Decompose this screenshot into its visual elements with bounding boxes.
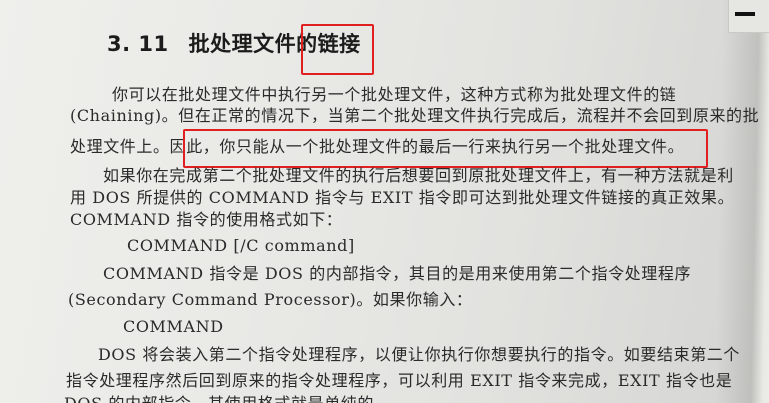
text-line-12: 指令处理程序然后回到原来的指令处理程序，可以利用 EXIT 指令来完成，EXIT… bbox=[66, 371, 733, 390]
text-line-8: COMMAND 指令是 DOS 的内部指令，其目的是用来使用第二个指令处理程序 bbox=[103, 264, 692, 283]
text-line-13: DOS 的内部指令，其使用格式就是单纯的 bbox=[64, 394, 374, 403]
text-line-6: COMMAND 指令的使用格式如下： bbox=[70, 210, 343, 229]
text-line-5: 用 DOS 所提供的 COMMAND 指令与 EXIT 指令即可达到批处理文件链… bbox=[70, 188, 735, 207]
section-title: 批处理文件的 bbox=[188, 32, 318, 56]
section-number: 3. 11 bbox=[107, 32, 169, 56]
page-corner bbox=[728, 0, 769, 33]
command-syntax: COMMAND [/C command] bbox=[127, 236, 355, 255]
sentence-highlight-box bbox=[183, 129, 708, 168]
corner-mark bbox=[735, 12, 755, 16]
text-line-1: 你可以在批处理文件中执行另一个批处理文件，这种方式称为批处理文件的链 bbox=[112, 85, 677, 104]
text-line-3-pre: 处理文件上。 bbox=[70, 137, 170, 156]
text-line-4: 如果你在完成第二个批处理文件的执行后想要回到原批处理文件上，有一种方法就是利 bbox=[103, 166, 734, 185]
command-example: COMMAND bbox=[123, 317, 224, 336]
title-highlight-box bbox=[301, 24, 374, 75]
text-line-11: DOS 将会装入第二个指令处理程序，以便让你执行你想要执行的指令。如要结束第二个 bbox=[98, 345, 740, 364]
text-line-9: (Secondary Command Processor)。如果你输入： bbox=[68, 290, 473, 309]
book-page-photo: 3. 11 批处理文件的链接 你可以在批处理文件中执行另一个批处理文件，这种方式称… bbox=[0, 0, 769, 403]
text-line-2: (Chaining)。但在正常的情况下，当第二个批处理文件执行完成后，流程并不会… bbox=[70, 106, 760, 125]
